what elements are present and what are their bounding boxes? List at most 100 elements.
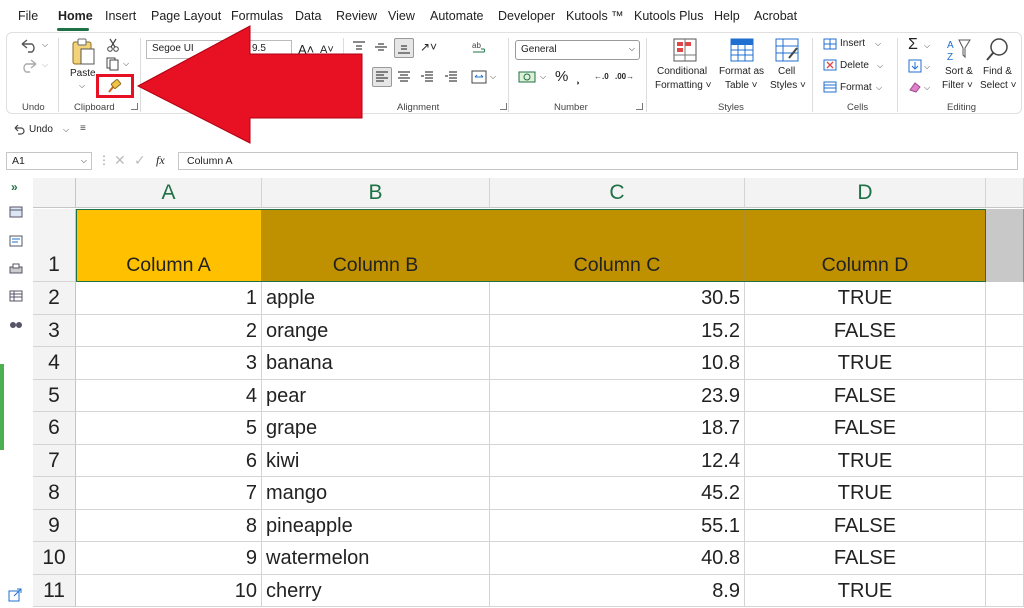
paste-icon[interactable] <box>70 37 96 67</box>
table-cell[interactable] <box>986 477 1024 510</box>
table-cell[interactable]: 15.2 <box>490 314 745 347</box>
table-cell[interactable]: 8.9 <box>490 574 745 607</box>
column-header-e[interactable] <box>986 178 1024 208</box>
column-header-a[interactable]: A <box>76 178 262 208</box>
table-cell[interactable]: mango <box>262 477 490 510</box>
panel-find-icon[interactable] <box>9 318 23 330</box>
table-cell[interactable]: 30.5 <box>490 282 745 315</box>
table-cell[interactable]: 2 <box>76 314 262 347</box>
table-cell[interactable]: banana <box>262 347 490 380</box>
formula-bar-more-icon[interactable]: ⋮ <box>98 153 110 167</box>
sort-filter-label-1[interactable]: Sort & <box>945 66 973 77</box>
menu-automate[interactable]: Automate <box>430 9 484 23</box>
formula-input[interactable]: Column A <box>178 152 1018 170</box>
conditional-formatting-label-1[interactable]: Conditional <box>657 66 707 77</box>
insert-dropdown-icon[interactable]: ⌵ <box>875 39 881 49</box>
menu-view[interactable]: View <box>388 9 415 23</box>
row-header[interactable]: 10 <box>33 542 76 575</box>
cancel-entry-icon[interactable]: ✕ <box>114 152 126 169</box>
qat-undo-dropdown-icon[interactable]: ⌵ <box>63 125 69 135</box>
autosum-dropdown-icon[interactable]: ⌵ <box>924 41 930 51</box>
panel-workbook-icon[interactable] <box>9 206 23 218</box>
panel-resize-handle[interactable] <box>0 364 4 450</box>
merge-center-icon[interactable] <box>471 70 487 84</box>
find-select-label-1[interactable]: Find & <box>983 66 1012 77</box>
wrap-text-icon[interactable]: ab <box>472 40 488 56</box>
row-header[interactable]: 11 <box>33 574 76 607</box>
table-cell[interactable]: 12.4 <box>490 444 745 477</box>
row-header[interactable]: 4 <box>33 347 76 380</box>
number-format-select[interactable]: General ⌵ <box>515 40 640 60</box>
table-cell[interactable]: FALSE <box>745 379 986 412</box>
table-cell[interactable]: kiwi <box>262 444 490 477</box>
menu-insert[interactable]: Insert <box>105 9 136 23</box>
expand-panel-icon[interactable]: » <box>11 180 18 194</box>
column-header-b[interactable]: B <box>262 178 490 208</box>
fill-icon[interactable] <box>908 59 922 73</box>
redo-dropdown-icon[interactable]: ⌵ <box>42 60 48 70</box>
find-select-label-2[interactable]: Select ˅ <box>980 80 1016 91</box>
find-select-icon[interactable] <box>985 37 1011 63</box>
table-cell[interactable] <box>986 412 1024 445</box>
table-cell[interactable]: pineapple <box>262 509 490 542</box>
align-center-icon[interactable] <box>397 70 411 84</box>
undo-dropdown-icon[interactable]: ⌵ <box>42 40 48 50</box>
table-header-cell[interactable]: Column C <box>490 209 745 282</box>
qat-undo-label[interactable]: Undo <box>29 124 53 135</box>
number-launcher-icon[interactable] <box>636 103 643 110</box>
table-cell[interactable]: TRUE <box>745 477 986 510</box>
table-header-cell[interactable]: Column A <box>76 209 262 282</box>
decrease-decimal-icon[interactable]: .00→ <box>615 72 634 81</box>
row-header[interactable]: 6 <box>33 412 76 445</box>
delete-cells-label[interactable]: Delete <box>840 60 869 71</box>
panel-autotext-icon[interactable] <box>9 235 23 247</box>
panel-open-icon[interactable] <box>8 588 22 602</box>
table-cell[interactable]: grape <box>262 412 490 445</box>
table-cell[interactable]: watermelon <box>262 542 490 575</box>
table-header-cell[interactable]: Column D <box>745 209 986 282</box>
qat-undo-icon[interactable] <box>12 124 26 136</box>
menu-formulas[interactable]: Formulas <box>231 9 283 23</box>
menu-review[interactable]: Review <box>336 9 377 23</box>
sort-filter-label-2[interactable]: Filter ˅ <box>942 80 973 91</box>
qat-customize-icon[interactable]: ≡ <box>80 123 86 134</box>
paste-button-label[interactable]: Paste <box>70 68 96 79</box>
increase-indent-icon[interactable] <box>444 70 458 84</box>
menu-developer[interactable]: Developer <box>498 9 555 23</box>
redo-icon[interactable] <box>18 58 40 74</box>
sort-filter-icon[interactable]: AZ <box>946 37 972 63</box>
delete-cells-icon[interactable] <box>823 59 837 71</box>
cell-styles-label-1[interactable]: Cell <box>778 66 795 77</box>
insert-function-icon[interactable]: fx <box>156 153 165 168</box>
table-cell[interactable]: 23.9 <box>490 379 745 412</box>
format-cells-label[interactable]: Format <box>840 82 872 93</box>
table-cell[interactable]: TRUE <box>745 347 986 380</box>
alignment-launcher-icon[interactable] <box>500 103 507 110</box>
copy-icon[interactable] <box>106 57 120 71</box>
cell-styles-label-2[interactable]: Styles ˅ <box>770 80 806 91</box>
table-cell[interactable]: TRUE <box>745 574 986 607</box>
decrease-indent-icon[interactable] <box>420 70 434 84</box>
table-cell[interactable] <box>986 347 1024 380</box>
undo-icon[interactable] <box>18 38 40 54</box>
conditional-formatting-icon[interactable] <box>673 38 697 62</box>
insert-cells-label[interactable]: Insert <box>840 38 865 49</box>
table-cell[interactable] <box>986 282 1024 315</box>
clipboard-launcher-icon[interactable] <box>131 103 138 110</box>
table-cell[interactable]: TRUE <box>745 282 986 315</box>
font-size-field[interactable]: 9.5 <box>246 40 292 59</box>
row-header[interactable]: 1 <box>33 209 76 282</box>
table-cell[interactable]: 3 <box>76 347 262 380</box>
copy-dropdown-icon[interactable]: ⌵ <box>123 59 129 69</box>
format-as-table-label-1[interactable]: Format as <box>719 66 764 77</box>
table-cell[interactable]: 6 <box>76 444 262 477</box>
top-align-icon[interactable] <box>352 40 366 54</box>
table-header-cell[interactable]: Column B <box>262 209 490 282</box>
percent-style-icon[interactable]: % <box>555 68 568 85</box>
table-cell[interactable]: 5 <box>76 412 262 445</box>
menu-help[interactable]: Help <box>714 9 740 23</box>
menu-data[interactable]: Data <box>295 9 321 23</box>
table-cell[interactable]: 9 <box>76 542 262 575</box>
increase-decimal-icon[interactable]: ←.0 <box>594 72 609 81</box>
table-cell[interactable]: 40.8 <box>490 542 745 575</box>
